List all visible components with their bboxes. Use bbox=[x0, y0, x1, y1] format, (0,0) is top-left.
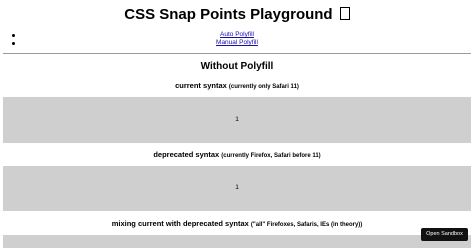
auto-polyfill-link[interactable]: Auto Polyfill bbox=[220, 31, 254, 38]
snap-scroller-current-syntax[interactable]: 1 bbox=[3, 97, 471, 143]
section-title: Without Polyfill bbox=[200, 61, 274, 72]
list-item: Auto Polyfill bbox=[0, 31, 474, 39]
demo-heading-text: deprecated syntax bbox=[153, 150, 220, 159]
missing-glyph-icon bbox=[339, 7, 350, 20]
manual-polyfill-link[interactable]: Manual Polyfill bbox=[216, 39, 258, 46]
demo-heading-text: current syntax bbox=[175, 81, 227, 90]
list-item: Manual Polyfill bbox=[0, 39, 474, 47]
slide-number: 1 bbox=[235, 184, 239, 191]
demo-browser-note: ("all" Firefoxes, Safaris, IEs (in theor… bbox=[250, 222, 363, 228]
open-sandbox-button[interactable]: Open Sandbox bbox=[421, 228, 468, 241]
bullet-icon bbox=[12, 33, 15, 37]
page-title-text: CSS Snap Points Playground bbox=[124, 6, 333, 23]
demo-browser-note: (currently only Safari 11) bbox=[228, 84, 299, 90]
demo-heading-deprecated-syntax: deprecated syntax (currently Firefox, Sa… bbox=[0, 150, 474, 161]
playground-nav-list: Auto Polyfill Manual Polyfill bbox=[0, 31, 474, 47]
snap-scroller-mixed-syntax[interactable] bbox=[3, 235, 471, 248]
slide-number: 1 bbox=[235, 116, 239, 123]
demo-heading-current-syntax: current syntax (currently only Safari 11… bbox=[0, 81, 474, 92]
snap-scroller-deprecated-syntax[interactable]: 1 bbox=[3, 166, 471, 211]
horizontal-divider bbox=[3, 53, 471, 54]
demo-browser-note: (currently Firefox, Safari before 11) bbox=[221, 153, 321, 159]
demo-heading-text: mixing current with deprecated syntax bbox=[111, 219, 249, 228]
demo-heading-mixed-syntax: mixing current with deprecated syntax ("… bbox=[0, 219, 474, 230]
page-title: CSS Snap Points Playground bbox=[0, 6, 474, 24]
bullet-icon bbox=[12, 41, 15, 45]
